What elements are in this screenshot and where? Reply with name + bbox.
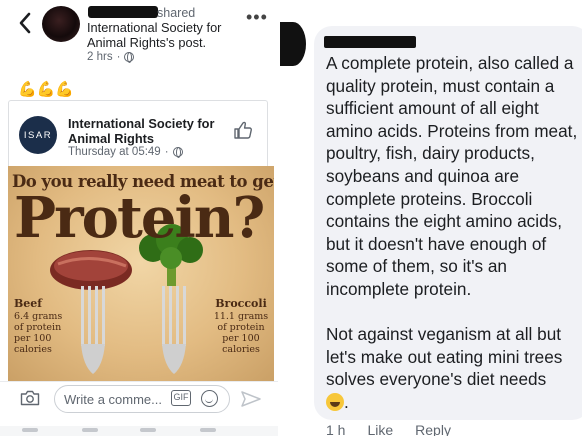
like-thumb-icon[interactable] — [233, 120, 253, 140]
globe-icon — [124, 52, 135, 63]
shared-post-meta: Thursday at 05:49 · — [68, 146, 183, 158]
redacted-name — [88, 6, 158, 18]
broccoli-line: per 100 — [222, 333, 260, 344]
emoji-smiley-icon[interactable] — [201, 390, 218, 407]
post-meta: 2 hrs · — [87, 51, 135, 63]
comment-time: 1 h — [326, 422, 346, 436]
beef-title: Beef — [14, 297, 43, 310]
comment-paragraph-end: . — [344, 391, 349, 412]
broccoli-line: of protein — [217, 322, 265, 333]
like-link[interactable]: Like — [367, 422, 393, 436]
post-time[interactable]: 2 hrs — [87, 51, 113, 63]
sharer-avatar[interactable] — [42, 6, 80, 42]
broccoli-label: Broccoli 11.1 grams of protein per 100 c… — [210, 298, 272, 355]
protein-poster-image[interactable]: Do you really need meat to get Protein? … — [8, 166, 274, 381]
comment-paragraph-text: Not against veganism at all but let's ma… — [326, 324, 563, 390]
tab-indicator — [140, 428, 156, 432]
post-emoji-text: 💪💪💪 — [18, 81, 75, 98]
gif-icon[interactable]: GIF — [171, 390, 191, 406]
tab-bar-strip — [0, 426, 278, 436]
laughing-emoji-icon — [326, 392, 344, 411]
tab-indicator — [82, 428, 98, 432]
broccoli-title: Broccoli — [215, 297, 267, 310]
tab-indicator — [22, 428, 38, 432]
comment-body: A complete protein, also called a qualit… — [326, 52, 578, 414]
beef-line: 6.4 grams — [14, 311, 63, 322]
broccoli-line: 11.1 grams — [213, 311, 269, 322]
back-chevron-icon[interactable] — [18, 12, 32, 34]
more-options-icon[interactable]: ••• — [246, 8, 268, 26]
beef-line: of protein — [14, 322, 62, 333]
poster-title: Protein? — [14, 185, 265, 251]
beef-label: Beef 6.4 grams of protein per 100 calori… — [14, 298, 62, 355]
tab-indicator — [200, 428, 216, 432]
comment-paragraph: A complete protein, also called a qualit… — [326, 53, 578, 299]
redacted-commenter-name — [324, 36, 416, 48]
commenter-avatar[interactable] — [280, 22, 306, 66]
shared-label: shared — [157, 6, 196, 20]
post-title[interactable]: International Society for Animal Rights'… — [87, 20, 257, 50]
beef-line: calories — [14, 344, 52, 355]
shared-post-time[interactable]: Thursday at 05:49 — [68, 146, 161, 158]
page-name[interactable]: International Society for Animal Rights — [68, 116, 218, 146]
comment-paragraph-2: Not against veganism at all but let's ma… — [326, 323, 578, 413]
comment-actions: 1 h Like Reply — [326, 422, 451, 436]
send-icon[interactable] — [240, 390, 262, 408]
page-logo[interactable]: ISAR — [19, 116, 57, 154]
comment-placeholder[interactable]: Write a comme... — [64, 392, 162, 407]
camera-icon[interactable] — [20, 390, 40, 406]
shared-post-panel: shared International Society for Animal … — [0, 0, 278, 436]
beef-line: per 100 — [14, 333, 52, 344]
reply-link[interactable]: Reply — [415, 422, 451, 436]
globe-icon — [172, 147, 183, 158]
broccoli-line: calories — [222, 344, 260, 355]
reply-comment-panel: A complete protein, also called a qualit… — [278, 0, 582, 436]
